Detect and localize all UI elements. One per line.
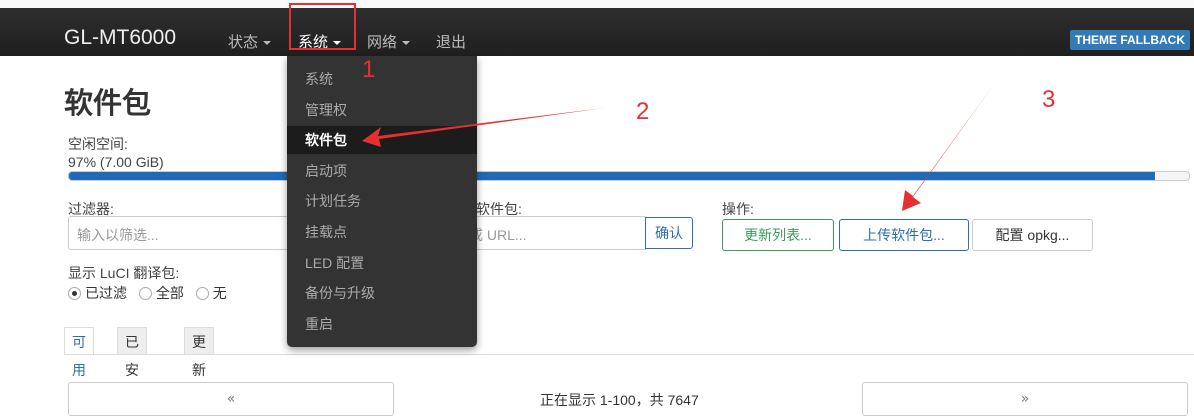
annotation-arrow-2 — [362, 108, 604, 147]
annotation-arrows — [362, 80, 997, 211]
annotation-arrow-3 — [902, 80, 997, 211]
